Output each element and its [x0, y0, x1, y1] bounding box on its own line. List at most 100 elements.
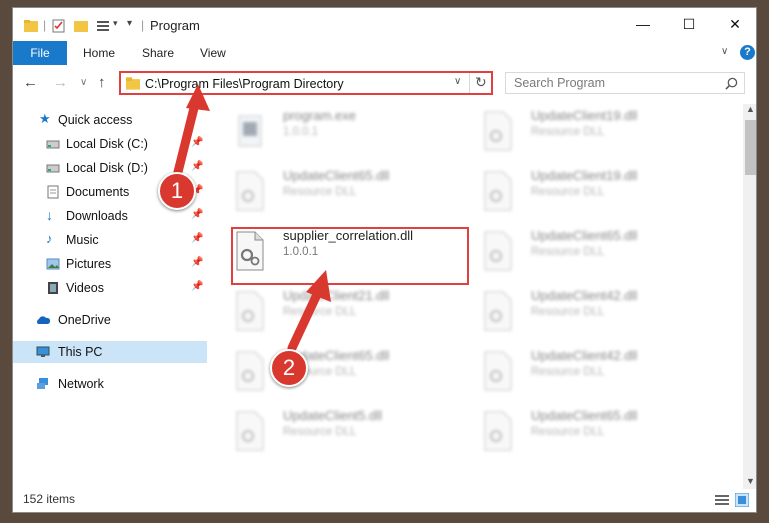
sidebar-item-label: OneDrive [58, 313, 111, 327]
dll-file-icon [236, 291, 264, 331]
dll-file-icon [236, 411, 264, 451]
details-view-icon[interactable] [715, 494, 729, 506]
file-name: UpdateClient19.dll [531, 108, 638, 123]
sidebar-item-label: Music [66, 233, 99, 247]
file-description: Resource DLL [531, 126, 605, 138]
refresh-icon[interactable]: ↻ [475, 74, 487, 91]
pin-icon: 📌 [191, 281, 204, 292]
scroll-up-chevron-icon[interactable]: ▲ [746, 104, 755, 114]
folder-icon[interactable] [23, 18, 39, 34]
file-name: program.exe [283, 108, 356, 123]
minimize-button[interactable]: — [620, 8, 666, 40]
sidebar-item-this-pc[interactable]: This PC [13, 341, 207, 363]
back-arrow-icon[interactable]: ← [23, 74, 38, 91]
step-1-badge: 1 [158, 172, 196, 210]
file-tile[interactable]: UpdateClient65.dll Resource DLL [223, 164, 463, 218]
pin-icon: 📌 [191, 209, 204, 220]
up-arrow-icon[interactable]: ↑ [98, 74, 106, 91]
explorer-window: | ▾ ▾ | Program — ☐ ✕ File Home Share Vi… [12, 7, 757, 513]
sidebar-item-network[interactable]: Network [13, 373, 207, 395]
pictures-icon [46, 258, 60, 270]
file-name: UpdateClient65.dll [531, 228, 638, 243]
sidebar-item-videos[interactable]: Videos 📌 [13, 277, 207, 299]
file-tile[interactable]: UpdateClient42.dll Resource DLL [471, 284, 711, 338]
recent-locations-chevron-icon[interactable]: ∨ [80, 77, 87, 88]
dll-file-icon [484, 411, 512, 451]
file-description: Resource DLL [531, 186, 605, 198]
file-description: Resource DLL [283, 306, 357, 318]
file-name: UpdateClient19.dll [531, 168, 638, 183]
divider [469, 73, 470, 93]
sidebar-item-quick-access[interactable]: ★ Quick access [13, 109, 207, 131]
sidebar-item-label: Documents [66, 185, 130, 199]
customize-toolbar-chevron-icon[interactable]: ▾ [113, 18, 118, 34]
sidebar-item-music[interactable]: ♪ Music 📌 [13, 229, 207, 251]
search-placeholder: Search Program [514, 76, 606, 90]
star-icon: ★ [39, 111, 51, 126]
pin-icon: 📌 [191, 137, 204, 148]
sidebar-item-label: Local Disk (D:) [66, 161, 148, 175]
search-icon[interactable] [725, 77, 738, 90]
tab-share[interactable]: Share [142, 46, 174, 60]
file-description: Resource DLL [531, 426, 605, 438]
sidebar-item-pictures[interactable]: Pictures 📌 [13, 253, 207, 275]
dll-file-icon [484, 171, 512, 211]
expand-ribbon-chevron-icon[interactable]: ∨ [721, 46, 728, 57]
file-tile[interactable]: UpdateClient65.dll Resource DLL [223, 344, 463, 398]
help-icon[interactable]: ? [740, 45, 755, 60]
exe-file-icon [238, 115, 262, 147]
file-tile[interactable]: UpdateClient21.dll Resource DLL [223, 284, 463, 338]
file-tile[interactable]: UpdateClient19.dll Resource DLL [471, 104, 711, 158]
pin-icon: 📌 [191, 233, 204, 244]
file-tile[interactable]: UpdateClient65.dll Resource DLL [471, 224, 711, 278]
tab-home[interactable]: Home [83, 46, 115, 60]
close-button[interactable]: ✕ [712, 8, 756, 40]
file-tile[interactable]: UpdateClient5.dll Resource DLL [223, 404, 463, 458]
title-bar: | ▾ ▾ | Program — ☐ ✕ [13, 8, 756, 44]
sidebar-item-label: This PC [58, 345, 103, 359]
address-dropdown-chevron-icon[interactable]: ∨ [454, 76, 461, 87]
drive-icon [46, 140, 60, 149]
sidebar-item-label: Local Disk (C:) [66, 137, 148, 151]
computer-icon [36, 346, 50, 357]
sidebar-item-local-disk-c[interactable]: Local Disk (C:) 📌 [13, 133, 207, 155]
tab-file[interactable]: File [13, 41, 67, 65]
scroll-down-chevron-icon[interactable]: ▼ [746, 476, 755, 486]
properties-icon[interactable] [51, 18, 67, 34]
folder-icon [126, 77, 140, 90]
downloads-icon: ↓ [46, 207, 53, 223]
maximize-button[interactable]: ☐ [666, 8, 712, 40]
file-tile[interactable]: UpdateClient42.dll Resource DLL [471, 344, 711, 398]
address-bar[interactable]: C:\Program Files\Program Directory ∨ ↻ [119, 71, 493, 95]
new-folder-icon[interactable] [73, 18, 89, 34]
file-tile[interactable]: UpdateClient65.dll Resource DLL [471, 404, 711, 458]
sidebar-item-onedrive[interactable]: OneDrive [13, 309, 207, 331]
dll-file-icon [236, 351, 264, 391]
forward-arrow-icon[interactable]: → [53, 74, 68, 91]
item-count: 152 items [23, 492, 76, 506]
large-icons-view-icon[interactable] [735, 493, 749, 507]
pin-icon: 📌 [191, 161, 204, 172]
videos-icon [48, 282, 58, 294]
file-name: UpdateClient5.dll [283, 408, 383, 423]
address-row: ← → ∨ ↑ C:\Program Files\Program Directo… [13, 70, 756, 98]
view-options-icon[interactable] [95, 18, 111, 34]
file-tile[interactable]: UpdateClient19.dll Resource DLL [471, 164, 711, 218]
vertical-scrollbar[interactable]: ▲ ▼ [743, 104, 756, 489]
file-tile[interactable]: program.exe 1.0.0.1 [223, 104, 463, 158]
dll-file-icon [484, 351, 512, 391]
file-name: UpdateClient65.dll [283, 168, 390, 183]
file-list: program.exe 1.0.0.1 UpdateClient65.dll R… [223, 104, 743, 489]
network-icon [37, 378, 48, 389]
status-bar: 152 items [13, 489, 756, 512]
navigation-pane: ★ Quick access Local Disk (C:) 📌 Local D… [13, 104, 207, 489]
search-input[interactable]: Search Program [505, 72, 745, 94]
scrollbar-thumb[interactable] [745, 120, 756, 175]
window-title: Program [150, 18, 200, 33]
file-name: UpdateClient42.dll [531, 288, 638, 303]
dropdown-chevron-icon[interactable]: ▾ [127, 18, 132, 34]
file-description: Resource DLL [531, 306, 605, 318]
tab-view[interactable]: View [200, 46, 226, 60]
dll-file-icon [484, 291, 512, 331]
dll-file-icon [236, 171, 264, 211]
